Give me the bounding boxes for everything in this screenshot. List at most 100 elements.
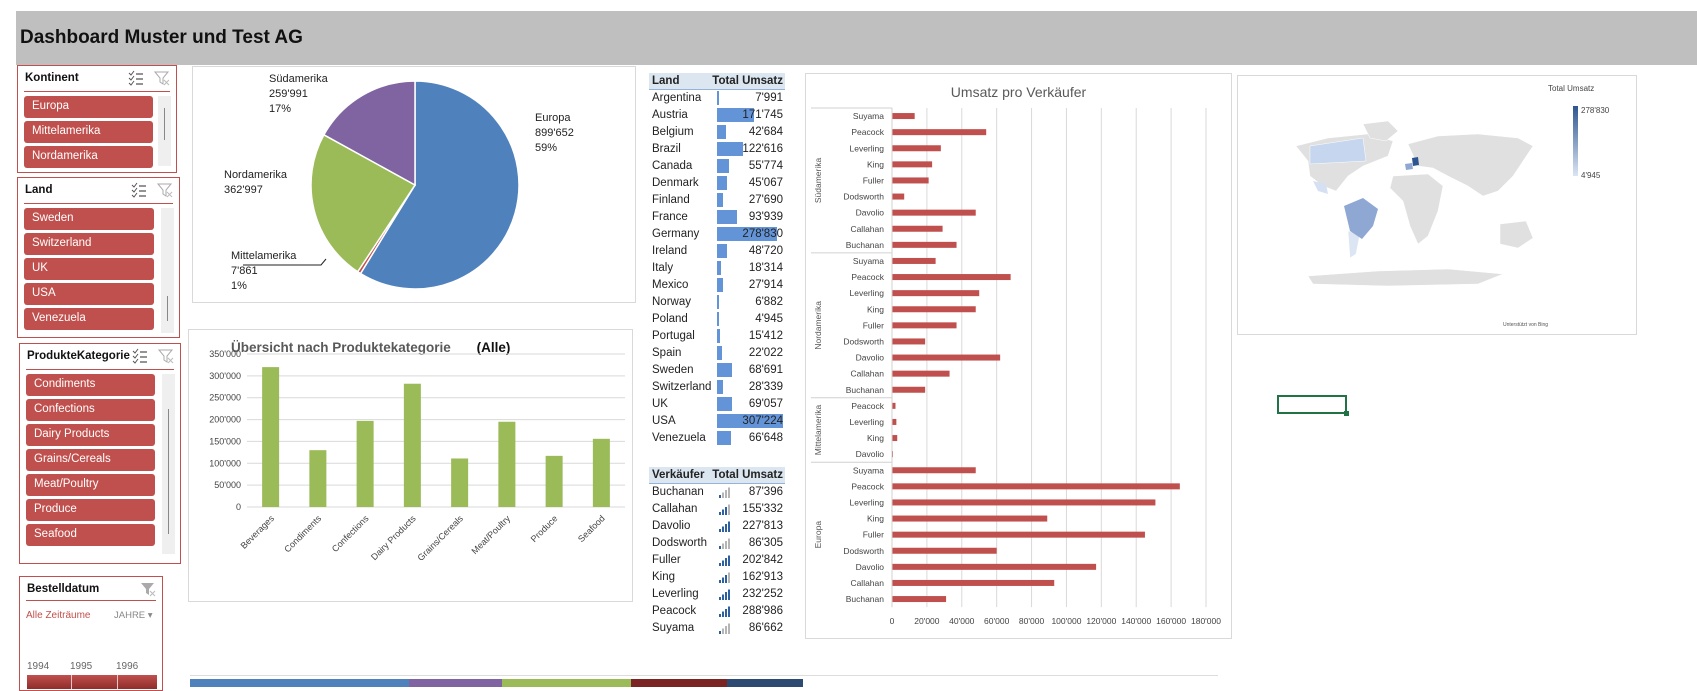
period-label[interactable]: Alle Zeiträume — [26, 610, 90, 621]
hbar-king[interactable] — [892, 306, 976, 313]
column-header-verkaeufer[interactable]: Verkäufer — [652, 469, 704, 481]
table-row[interactable]: Austria 171'745 — [649, 107, 785, 124]
slicer-item-switzerland[interactable]: Switzerland — [24, 233, 154, 255]
hbar-peacock[interactable] — [892, 483, 1180, 490]
hbar-peacock[interactable] — [892, 402, 896, 409]
bar-produce[interactable] — [545, 455, 563, 507]
slicer-item-dairy-products[interactable]: Dairy Products — [26, 424, 155, 446]
table-row[interactable]: Portugal 15'412 — [649, 328, 785, 345]
table-row[interactable]: Argentina 7'991 — [649, 90, 785, 107]
bar-condiments[interactable] — [309, 450, 327, 507]
table-row[interactable]: Dodsworth 86'305 — [649, 535, 785, 552]
table-row[interactable]: Sweden 68'691 — [649, 362, 785, 379]
bar-grains-cereals[interactable] — [451, 458, 469, 507]
clear-filter-icon[interactable] — [140, 581, 156, 597]
hbar-king[interactable] — [892, 515, 1048, 522]
table-row[interactable]: Germany 278'830 — [649, 226, 785, 243]
table-row[interactable]: Denmark 45'067 — [649, 175, 785, 192]
table-row[interactable]: Canada 55'774 — [649, 158, 785, 175]
hbar-fuller[interactable] — [892, 177, 929, 184]
hbar-leverling[interactable] — [892, 499, 1156, 506]
table-row[interactable]: Switzerland 28'339 — [649, 379, 785, 396]
hbar-buchanan[interactable] — [892, 596, 947, 603]
slicer-item-europa[interactable]: Europa — [24, 96, 153, 118]
bar-beverages[interactable] — [262, 367, 280, 507]
hbar-callahan[interactable] — [892, 225, 943, 232]
slicer-item-produce[interactable]: Produce — [26, 499, 155, 521]
slicer-scrollbar[interactable] — [158, 96, 171, 166]
hbar-suyama[interactable] — [892, 257, 936, 264]
bar-meat-poultry[interactable] — [498, 421, 516, 507]
clear-filter-icon[interactable] — [158, 348, 174, 364]
hbar-davolio[interactable] — [892, 563, 1097, 570]
table-row[interactable]: UK 69'057 — [649, 396, 785, 413]
slicer-item-condiments[interactable]: Condiments — [26, 374, 155, 396]
table-row[interactable]: Suyama 86'662 — [649, 620, 785, 637]
table-row[interactable]: Italy 18'314 — [649, 260, 785, 277]
table-row[interactable]: Poland 4'945 — [649, 311, 785, 328]
table-row[interactable]: Leverling 232'252 — [649, 586, 785, 603]
bar-seafood[interactable] — [592, 438, 610, 507]
slicer-item-venezuela[interactable]: Venezuela — [24, 308, 154, 330]
hbar-king[interactable] — [892, 435, 898, 442]
hbar-dodsworth[interactable] — [892, 547, 997, 554]
multi-select-icon[interactable] — [131, 182, 147, 198]
timeline-bar[interactable] — [27, 675, 157, 689]
multi-select-icon[interactable] — [128, 70, 144, 86]
table-row[interactable]: Ireland 48'720 — [649, 243, 785, 260]
table-row[interactable]: Finland 27'690 — [649, 192, 785, 209]
column-header-umsatz[interactable]: Total Umsatz — [712, 469, 783, 481]
table-row[interactable]: Norway 6'882 — [649, 294, 785, 311]
table-row[interactable]: Fuller 202'842 — [649, 552, 785, 569]
slicer-scrollbar[interactable] — [162, 374, 175, 554]
table-row[interactable]: King 162'913 — [649, 569, 785, 586]
slicer-item-sweden[interactable]: Sweden — [24, 208, 154, 230]
bar-dairy-products[interactable] — [403, 383, 421, 507]
multi-select-icon[interactable] — [132, 348, 148, 364]
slicer-item-seafood[interactable]: Seafood — [26, 524, 155, 546]
table-row[interactable]: Venezuela 66'648 — [649, 430, 785, 447]
selected-cell[interactable] — [1277, 395, 1349, 416]
hbar-buchanan[interactable] — [892, 241, 957, 248]
hbar-davolio[interactable] — [892, 354, 1001, 361]
hbar-peacock[interactable] — [892, 274, 1011, 281]
slicer-item-grains-cereals[interactable]: Grains/Cereals — [26, 449, 155, 471]
slicer-item-mittelamerika[interactable]: Mittelamerika — [24, 121, 153, 143]
hbar-peacock[interactable] — [892, 129, 987, 136]
slicer-item-nordamerika[interactable]: Nordamerika — [24, 146, 153, 168]
table-row[interactable]: Mexico 27'914 — [649, 277, 785, 294]
hbar-king[interactable] — [892, 161, 933, 168]
slicer-item-usa[interactable]: USA — [24, 283, 154, 305]
table-row[interactable]: Peacock 288'986 — [649, 603, 785, 620]
hbar-davolio[interactable] — [892, 209, 976, 216]
clear-filter-icon[interactable] — [154, 70, 170, 86]
table-row[interactable]: France 93'939 — [649, 209, 785, 226]
hbar-buchanan[interactable] — [892, 386, 926, 393]
slicer-scrollbar[interactable] — [161, 208, 174, 333]
table-row[interactable]: Brazil 122'616 — [649, 141, 785, 158]
clear-filter-icon[interactable] — [157, 182, 173, 198]
bar-confections[interactable] — [356, 420, 374, 507]
hbar-leverling[interactable] — [892, 290, 980, 297]
table-row[interactable]: Spain 22'022 — [649, 345, 785, 362]
hbar-fuller[interactable] — [892, 322, 957, 329]
time-level-dropdown[interactable]: JAHRE ▾ — [114, 610, 153, 621]
table-row[interactable]: Belgium 42'684 — [649, 124, 785, 141]
hbar-callahan[interactable] — [892, 579, 1055, 586]
hbar-leverling[interactable] — [892, 418, 897, 425]
hbar-callahan[interactable] — [892, 370, 950, 377]
hbar-suyama[interactable] — [892, 113, 915, 120]
table-row[interactable]: Callahan 155'332 — [649, 501, 785, 518]
hbar-suyama[interactable] — [892, 467, 976, 474]
column-header-umsatz[interactable]: Total Umsatz — [712, 75, 783, 87]
column-header-land[interactable]: Land — [652, 75, 679, 87]
hbar-dodsworth[interactable] — [892, 193, 905, 200]
slicer-item-confections[interactable]: Confections — [26, 399, 155, 421]
hbar-dodsworth[interactable] — [892, 338, 926, 345]
slicer-item-uk[interactable]: UK — [24, 258, 154, 280]
table-row[interactable]: Davolio 227'813 — [649, 518, 785, 535]
hbar-fuller[interactable] — [892, 531, 1145, 538]
table-row[interactable]: USA 307'224 — [649, 413, 785, 430]
slicer-item-meat-poultry[interactable]: Meat/Poultry — [26, 474, 155, 496]
hbar-leverling[interactable] — [892, 145, 941, 152]
